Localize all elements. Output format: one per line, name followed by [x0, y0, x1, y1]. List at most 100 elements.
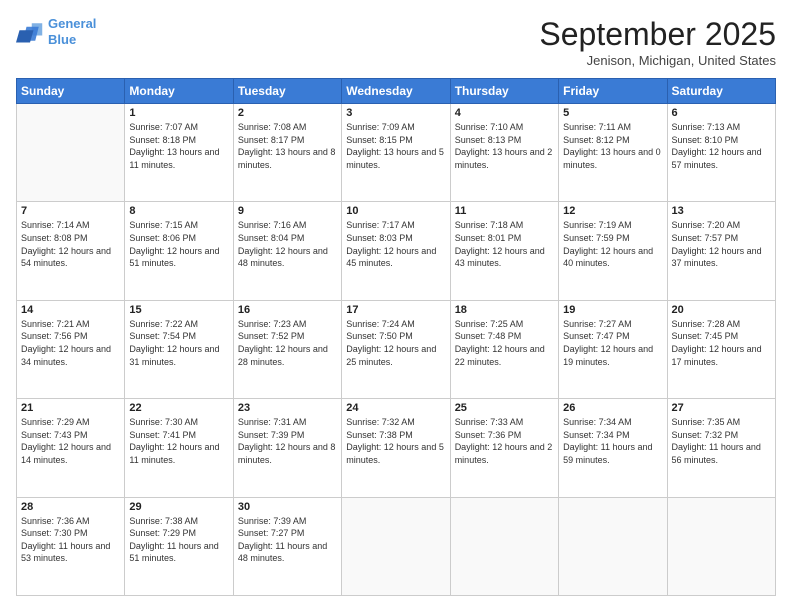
- logo-line2: Blue: [48, 32, 76, 47]
- calendar-cell: 20Sunrise: 7:28 AM Sunset: 7:45 PM Dayli…: [667, 300, 775, 398]
- calendar-cell: 25Sunrise: 7:33 AM Sunset: 7:36 PM Dayli…: [450, 399, 558, 497]
- col-sunday: Sunday: [17, 79, 125, 104]
- cell-daylight-info: Sunrise: 7:29 AM Sunset: 7:43 PM Dayligh…: [21, 416, 120, 466]
- calendar-cell: 22 Sunrise: 7:30 AM Sunset: 7:41 PM Dayli…: [125, 399, 233, 497]
- day-number: 22: [129, 402, 228, 414]
- calendar-cell: 10Sunrise: 7:17 AM Sunset: 8:03 PM Dayli…: [342, 202, 450, 300]
- cell-daylight-info: Sunrise: 7:07 AM Sunset: 8:18 PM Dayligh…: [129, 121, 228, 171]
- cell-daylight-info: Sunrise: 7:24 AM Sunset: 7:50 PM Dayligh…: [346, 318, 445, 368]
- cell-daylight-info: Sunrise: 7:38 AM Sunset: 7:29 PM Dayligh…: [129, 515, 228, 565]
- cell-daylight-info: Sunrise: 7:10 AM Sunset: 8:13 PM Dayligh…: [455, 121, 554, 171]
- calendar-week-row: 14Sunrise: 7:21 AM Sunset: 7:56 PM Dayli…: [17, 300, 776, 398]
- cell-daylight-info: Sunrise: 7:34 AM Sunset: 7:34 PM Dayligh…: [563, 416, 662, 466]
- calendar-cell: 27 Sunrise: 7:35 AM Sunset: 7:32 PM Dayli…: [667, 399, 775, 497]
- cell-daylight-info: Sunrise: 7:30 AM Sunset: 7:41 PM Dayligh…: [129, 416, 228, 466]
- day-number: 27: [672, 402, 771, 414]
- col-wednesday: Wednesday: [342, 79, 450, 104]
- day-number: 24: [346, 402, 445, 414]
- calendar-cell: 30 Sunrise: 7:39 AM Sunset: 7:27 PM Dayli…: [233, 497, 341, 595]
- col-tuesday: Tuesday: [233, 79, 341, 104]
- day-number: 21: [21, 402, 120, 414]
- cell-daylight-info: Sunrise: 7:11 AM Sunset: 8:12 PM Dayligh…: [563, 121, 662, 171]
- cell-daylight-info: Sunrise: 7:27 AM Sunset: 7:47 PM Dayligh…: [563, 318, 662, 368]
- logo-line1: General: [48, 16, 96, 31]
- day-number: 6: [672, 107, 771, 119]
- day-number: 23: [238, 402, 337, 414]
- cell-daylight-info: Sunrise: 7:18 AM Sunset: 8:01 PM Dayligh…: [455, 219, 554, 269]
- cell-daylight-info: Sunrise: 7:36 AM Sunset: 7:30 PM Dayligh…: [21, 515, 120, 565]
- cell-daylight-info: Sunrise: 7:21 AM Sunset: 7:56 PM Dayligh…: [21, 318, 120, 368]
- cell-daylight-info: Sunrise: 7:14 AM Sunset: 8:08 PM Dayligh…: [21, 219, 120, 269]
- calendar-cell: 19 Sunrise: 7:27 AM Sunset: 7:47 PM Dayli…: [559, 300, 667, 398]
- col-friday: Friday: [559, 79, 667, 104]
- header: General Blue September 2025 Jenison, Mic…: [16, 16, 776, 68]
- day-number: 1: [129, 107, 228, 119]
- day-number: 4: [455, 107, 554, 119]
- calendar-cell: 8Sunrise: 7:15 AM Sunset: 8:06 PM Daylig…: [125, 202, 233, 300]
- day-number: 28: [21, 501, 120, 513]
- calendar-table: Sunday Monday Tuesday Wednesday Thursday…: [16, 78, 776, 596]
- location: Jenison, Michigan, United States: [539, 53, 776, 68]
- calendar-cell: 5 Sunrise: 7:11 AM Sunset: 8:12 PM Daylig…: [559, 104, 667, 202]
- day-number: 3: [346, 107, 445, 119]
- calendar-week-row: 1 Sunrise: 7:07 AM Sunset: 8:18 PM Daylig…: [17, 104, 776, 202]
- calendar-cell: [559, 497, 667, 595]
- calendar-cell: 26 Sunrise: 7:34 AM Sunset: 7:34 PM Dayli…: [559, 399, 667, 497]
- calendar-cell: 17Sunrise: 7:24 AM Sunset: 7:50 PM Dayli…: [342, 300, 450, 398]
- calendar-cell: 15 Sunrise: 7:22 AM Sunset: 7:54 PM Dayli…: [125, 300, 233, 398]
- calendar-cell: 7 Sunrise: 7:14 AM Sunset: 8:08 PM Daylig…: [17, 202, 125, 300]
- day-number: 13: [672, 205, 771, 217]
- logo-text: General Blue: [48, 16, 96, 47]
- month-title: September 2025: [539, 16, 776, 53]
- col-saturday: Saturday: [667, 79, 775, 104]
- cell-daylight-info: Sunrise: 7:19 AM Sunset: 7:59 PM Dayligh…: [563, 219, 662, 269]
- calendar-cell: 6 Sunrise: 7:13 AM Sunset: 8:10 PM Daylig…: [667, 104, 775, 202]
- page: General Blue September 2025 Jenison, Mic…: [0, 0, 792, 612]
- cell-daylight-info: Sunrise: 7:32 AM Sunset: 7:38 PM Dayligh…: [346, 416, 445, 466]
- cell-daylight-info: Sunrise: 7:25 AM Sunset: 7:48 PM Dayligh…: [455, 318, 554, 368]
- col-monday: Monday: [125, 79, 233, 104]
- cell-daylight-info: Sunrise: 7:09 AM Sunset: 8:15 PM Dayligh…: [346, 121, 445, 171]
- day-number: 15: [129, 304, 228, 316]
- calendar-cell: 1 Sunrise: 7:07 AM Sunset: 8:18 PM Daylig…: [125, 104, 233, 202]
- cell-daylight-info: Sunrise: 7:31 AM Sunset: 7:39 PM Dayligh…: [238, 416, 337, 466]
- day-number: 26: [563, 402, 662, 414]
- calendar-cell: 23 Sunrise: 7:31 AM Sunset: 7:39 PM Dayli…: [233, 399, 341, 497]
- day-number: 12: [563, 205, 662, 217]
- calendar-cell: 11 Sunrise: 7:18 AM Sunset: 8:01 PM Dayli…: [450, 202, 558, 300]
- calendar-week-row: 21 Sunrise: 7:29 AM Sunset: 7:43 PM Dayli…: [17, 399, 776, 497]
- day-number: 9: [238, 205, 337, 217]
- day-number: 8: [129, 205, 228, 217]
- calendar-cell: 21 Sunrise: 7:29 AM Sunset: 7:43 PM Dayli…: [17, 399, 125, 497]
- day-number: 16: [238, 304, 337, 316]
- calendar-cell: 29 Sunrise: 7:38 AM Sunset: 7:29 PM Dayli…: [125, 497, 233, 595]
- cell-daylight-info: Sunrise: 7:08 AM Sunset: 8:17 PM Dayligh…: [238, 121, 337, 171]
- calendar-cell: [17, 104, 125, 202]
- logo: General Blue: [16, 16, 96, 47]
- calendar-cell: 24 Sunrise: 7:32 AM Sunset: 7:38 PM Dayli…: [342, 399, 450, 497]
- day-number: 19: [563, 304, 662, 316]
- cell-daylight-info: Sunrise: 7:23 AM Sunset: 7:52 PM Dayligh…: [238, 318, 337, 368]
- day-number: 18: [455, 304, 554, 316]
- calendar-cell: 13Sunrise: 7:20 AM Sunset: 7:57 PM Dayli…: [667, 202, 775, 300]
- cell-daylight-info: Sunrise: 7:22 AM Sunset: 7:54 PM Dayligh…: [129, 318, 228, 368]
- day-number: 7: [21, 205, 120, 217]
- cell-daylight-info: Sunrise: 7:13 AM Sunset: 8:10 PM Dayligh…: [672, 121, 771, 171]
- calendar-cell: 2Sunrise: 7:08 AM Sunset: 8:17 PM Daylig…: [233, 104, 341, 202]
- cell-daylight-info: Sunrise: 7:35 AM Sunset: 7:32 PM Dayligh…: [672, 416, 771, 466]
- cell-daylight-info: Sunrise: 7:39 AM Sunset: 7:27 PM Dayligh…: [238, 515, 337, 565]
- weekday-header-row: Sunday Monday Tuesday Wednesday Thursday…: [17, 79, 776, 104]
- day-number: 11: [455, 205, 554, 217]
- calendar-week-row: 28 Sunrise: 7:36 AM Sunset: 7:30 PM Dayli…: [17, 497, 776, 595]
- cell-daylight-info: Sunrise: 7:17 AM Sunset: 8:03 PM Dayligh…: [346, 219, 445, 269]
- calendar-cell: 3 Sunrise: 7:09 AM Sunset: 8:15 PM Daylig…: [342, 104, 450, 202]
- calendar-cell: 4 Sunrise: 7:10 AM Sunset: 8:13 PM Daylig…: [450, 104, 558, 202]
- day-number: 29: [129, 501, 228, 513]
- cell-daylight-info: Sunrise: 7:16 AM Sunset: 8:04 PM Dayligh…: [238, 219, 337, 269]
- calendar-cell: 18 Sunrise: 7:25 AM Sunset: 7:48 PM Dayli…: [450, 300, 558, 398]
- day-number: 30: [238, 501, 337, 513]
- calendar-cell: [342, 497, 450, 595]
- logo-icon: [16, 18, 44, 46]
- col-thursday: Thursday: [450, 79, 558, 104]
- day-number: 5: [563, 107, 662, 119]
